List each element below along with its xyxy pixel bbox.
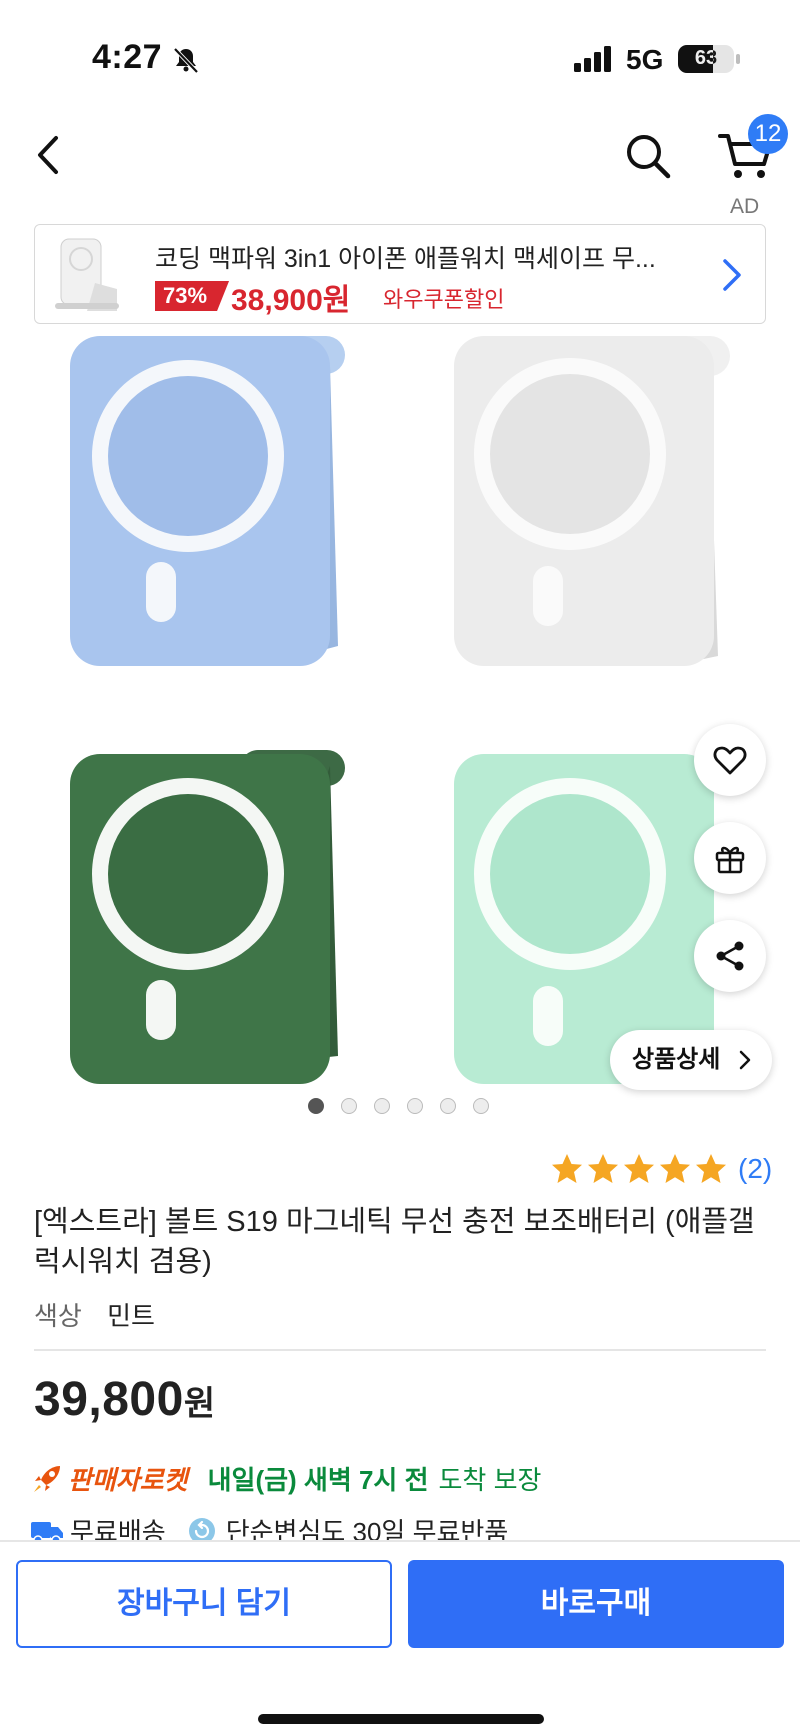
price-unit: 원 [183,1385,216,1423]
delivery-info: 판매자로켓 내일(금) 새벽 7시 전 도착 보장 [30,1460,541,1497]
ad-discount-badge: 73% [155,281,229,311]
chevron-right-icon [740,1050,751,1070]
cart-count-badge: 12 [748,114,788,154]
signal-icon [574,46,611,72]
ad-banner[interactable]: 코딩 맥파워 3in1 아이폰 애플워치 맥세이프 무... 73% 38,90… [34,224,766,324]
battery-percent: 63 [694,47,718,69]
status-bar: 4:27 5G 63 [0,0,800,110]
ad-coupon-text: 와우쿠폰할인 [383,287,505,312]
back-icon[interactable] [30,130,70,180]
add-to-cart-button[interactable]: 장바구니 담기 [16,1560,392,1648]
star-icon [588,1154,618,1183]
product-title: [엑스트라] 볼트 S19 마그네틱 무선 충전 보조배터리 (애플갤럭시워치 … [34,1206,755,1278]
rocket-icon [34,1465,60,1492]
seller-rocket-label: 판매자로켓 [68,1465,188,1495]
product-image [70,336,730,1084]
pagination-dot[interactable] [374,1098,390,1114]
battery-icon: 63 [678,45,734,73]
search-icon[interactable] [620,128,676,184]
ad-product-thumbnail [55,238,119,311]
share-icon [716,941,744,971]
product-rating[interactable]: (2) [550,1152,772,1186]
gift-icon [715,846,745,874]
power-bank-white [454,336,730,666]
share-button[interactable] [694,920,766,992]
buy-now-button[interactable]: 바로구매 [408,1560,784,1648]
option-label: 색상 [34,1301,82,1331]
bottom-action-bar: 장바구니 담기 바로구매 [0,1540,800,1734]
price-value: 39,800 [34,1373,184,1426]
divider [34,1349,766,1351]
network-type: 5G [626,44,664,75]
pagination-dot[interactable] [440,1098,456,1114]
review-count[interactable]: (2) [738,1153,772,1185]
ad-price: 38,900원 [231,284,351,317]
gallery-pagination[interactable] [308,1098,489,1118]
gift-button[interactable] [694,822,766,894]
product-price: 39,800원 [34,1372,216,1427]
star-icon [624,1154,654,1183]
wishlist-button[interactable] [694,724,766,796]
star-icon [660,1154,690,1183]
ad-label: AD [730,195,760,218]
status-time: 4:27 [92,38,163,76]
bell-muted-icon [173,47,199,74]
heart-icon [713,746,747,775]
product-image-gallery[interactable] [0,326,800,1106]
selected-option: 색상 민트 [34,1296,155,1333]
chevron-right-icon [723,259,741,291]
power-bank-blue [70,336,345,666]
star-icon [696,1154,726,1183]
product-detail-label: 상품상세 [632,1046,721,1073]
delivery-eta: 내일(금) 새벽 7시 전 [207,1465,429,1495]
star-icon [552,1154,582,1183]
product-detail-button[interactable]: 상품상세 [610,1030,773,1090]
home-indicator[interactable] [258,1714,544,1724]
pagination-dot[interactable] [407,1098,423,1114]
power-bank-green [70,750,345,1084]
battery-tip [736,54,740,64]
pagination-dot[interactable] [308,1098,324,1114]
ad-title: 코딩 맥파워 3in1 아이폰 애플워치 맥세이프 무... [155,245,656,273]
pagination-dot[interactable] [473,1098,489,1114]
pagination-dot[interactable] [341,1098,357,1114]
delivery-guarantee: 도착 보장 [438,1465,542,1495]
option-value: 민트 [107,1301,155,1331]
